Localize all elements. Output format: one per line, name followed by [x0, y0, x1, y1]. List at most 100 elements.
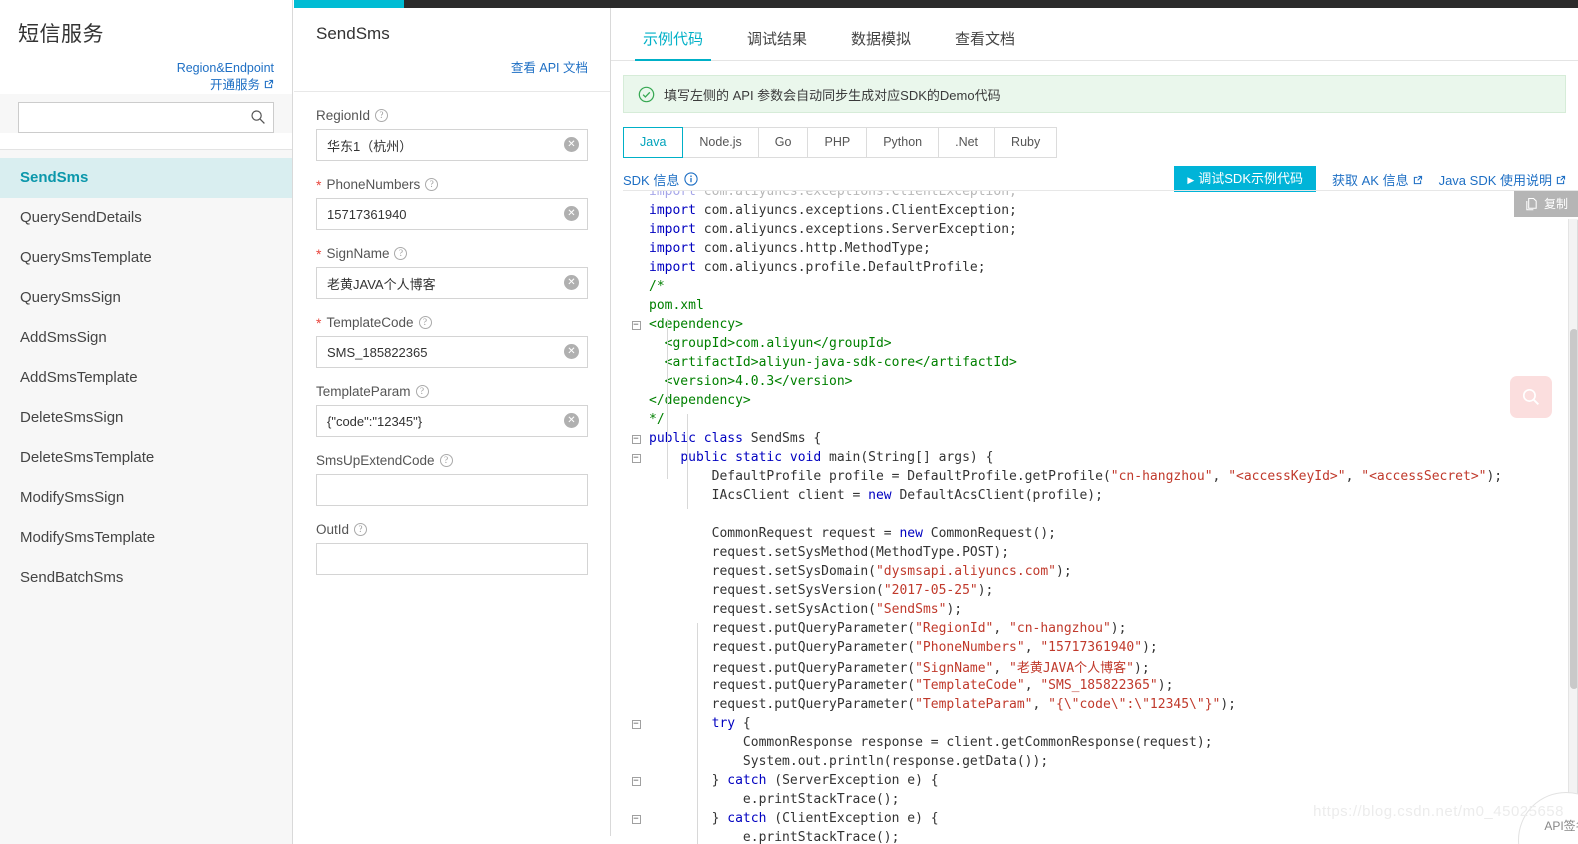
- sidebar-item-label: QuerySendDetails: [20, 209, 142, 226]
- code-token: request.setSysMethod(MethodType.POST);: [649, 545, 1010, 560]
- code-line-text: */: [649, 412, 665, 427]
- code-fold-gutter[interactable]: −: [623, 776, 649, 786]
- language-php[interactable]: PHP: [808, 127, 868, 158]
- code-fold-gutter[interactable]: −: [623, 320, 649, 330]
- language-python[interactable]: Python: [867, 127, 940, 158]
- code-token: );: [1110, 621, 1127, 636]
- input-RegionId[interactable]: [316, 129, 588, 161]
- code-token: catch: [727, 773, 767, 788]
- sidebar-item-sendsms[interactable]: SendSms: [0, 158, 292, 198]
- region-endpoint-link[interactable]: Region&Endpoint: [18, 60, 274, 77]
- clear-icon[interactable]: ✕: [564, 344, 579, 359]
- fold-toggle-icon[interactable]: −: [631, 453, 641, 463]
- help-icon[interactable]: ?: [418, 316, 432, 329]
- input-TemplateCode[interactable]: [316, 336, 588, 368]
- tab-2[interactable]: 数据模拟: [829, 28, 933, 60]
- code-token: import: [649, 260, 696, 275]
- help-icon[interactable]: ?: [354, 523, 368, 536]
- code-line: request.setSysDomain("dysmsapi.aliyuncs.…: [623, 562, 1578, 581]
- sidebar-item-modifysmstemplate[interactable]: ModifySmsTemplate: [0, 518, 292, 558]
- fold-toggle-icon[interactable]: −: [631, 776, 641, 786]
- copy-code-label: 复制: [1543, 197, 1568, 211]
- tab-label: 调试结果: [747, 31, 808, 48]
- panel-tabs: 示例代码 调试结果 数据模拟 查看文档: [611, 8, 1578, 61]
- language-ruby[interactable]: Ruby: [995, 127, 1058, 158]
- sdk-actions: ▶ 调试SDK示例代码 获取 AK 信息 Java SDK 使用说明: [1174, 166, 1566, 192]
- clear-icon[interactable]: ✕: [564, 206, 579, 221]
- copy-code-button[interactable]: 复制: [1513, 191, 1578, 217]
- code-token: com.aliyuncs.http.MethodType;: [695, 241, 931, 256]
- code-token: "<accessSecret>": [1361, 469, 1487, 484]
- code-line: <groupId>com.aliyun</groupId>: [623, 334, 1578, 353]
- help-icon[interactable]: ?: [425, 178, 439, 191]
- language-go[interactable]: Go: [758, 127, 809, 158]
- tab-0[interactable]: 示例代码: [621, 28, 725, 61]
- code-token: ,: [993, 661, 1010, 676]
- input-OutId[interactable]: [316, 543, 588, 575]
- code-content[interactable]: import com.aliyuncs.exceptions.ClientExc…: [623, 191, 1578, 844]
- code-token: System.out.println(response.getData());: [649, 754, 1049, 769]
- sdk-info-label-wrap[interactable]: SDK 信息: [623, 170, 698, 189]
- code-token: import: [649, 203, 696, 218]
- fold-toggle-icon[interactable]: −: [631, 719, 641, 729]
- input-PhoneNumbers[interactable]: [316, 198, 588, 230]
- code-fold-gutter[interactable]: −: [623, 814, 649, 824]
- sidebar-item-addsmstemplate[interactable]: AddSmsTemplate: [0, 358, 292, 398]
- sidebar-item-querysmssign[interactable]: QuerySmsSign: [0, 278, 292, 318]
- fold-toggle-icon[interactable]: −: [631, 814, 641, 824]
- field-SmsUpExtendCode: SmsUpExtendCode?: [316, 453, 588, 506]
- sidebar-item-deletesmssign[interactable]: DeleteSmsSign: [0, 398, 292, 438]
- tab-3[interactable]: 查看文档: [933, 28, 1037, 60]
- code-token: import: [649, 241, 696, 256]
- help-icon[interactable]: ?: [375, 109, 389, 122]
- input-SignName[interactable]: [316, 267, 588, 299]
- sidebar-item-sendbatchsms[interactable]: SendBatchSms: [0, 558, 292, 598]
- fold-toggle-icon[interactable]: −: [631, 320, 641, 330]
- code-token: e.printStackTrace();: [649, 830, 900, 844]
- code-token: try: [711, 716, 736, 731]
- code-fold-gutter[interactable]: −: [623, 453, 649, 463]
- language-java[interactable]: Java: [623, 127, 684, 158]
- debug-sdk-sample-button[interactable]: ▶ 调试SDK示例代码: [1174, 166, 1316, 192]
- code-token: request.setSysDomain(: [649, 564, 876, 579]
- code-line-text: import com.aliyuncs.profile.DefaultProfi…: [649, 260, 986, 275]
- input-TemplateParam[interactable]: [316, 405, 588, 437]
- open-service-link[interactable]: 开通服务: [18, 77, 274, 94]
- sidebar-item-modifysmssign[interactable]: ModifySmsSign: [0, 478, 292, 518]
- code-token: "dysmsapi.aliyuncs.com": [875, 564, 1056, 579]
- sidebar-item-label: AddSmsTemplate: [20, 369, 138, 386]
- input-SmsUpExtendCode[interactable]: [316, 474, 588, 506]
- java-sdk-doc-link[interactable]: Java SDK 使用说明: [1439, 170, 1566, 189]
- code-line-text: request.putQueryParameter("RegionId", "c…: [649, 621, 1127, 636]
- language-nodejs[interactable]: Node.js: [683, 127, 759, 158]
- clear-icon[interactable]: ✕: [564, 413, 579, 428]
- get-ak-info-link[interactable]: 获取 AK 信息: [1332, 170, 1423, 189]
- sidebar-item-addsmssign[interactable]: AddSmsSign: [0, 318, 292, 358]
- clear-icon[interactable]: ✕: [564, 275, 579, 290]
- code-fold-gutter[interactable]: −: [623, 719, 649, 729]
- help-icon[interactable]: ?: [415, 385, 429, 398]
- clear-icon[interactable]: ✕: [564, 137, 579, 152]
- tab-1[interactable]: 调试结果: [725, 28, 829, 60]
- code-token: DefaultAcsClient(profile);: [891, 488, 1103, 503]
- sidebar-item-label: ModifySmsSign: [20, 489, 125, 506]
- code-token: ,: [1212, 469, 1229, 484]
- floating-search-button[interactable]: [1510, 376, 1552, 418]
- sidebar-item-label: QuerySmsSign: [20, 289, 121, 306]
- sidebar-item-querysenddetails[interactable]: QuerySendDetails: [0, 198, 292, 238]
- code-token: CommonRequest();: [922, 526, 1056, 541]
- code-token: <groupId>com.aliyun</groupId>: [649, 336, 892, 351]
- form-title: SendSms: [316, 24, 390, 43]
- code-fold-gutter[interactable]: −: [623, 434, 649, 444]
- fold-toggle-icon[interactable]: −: [631, 434, 641, 444]
- sidebar-item-querysmstemplate[interactable]: QuerySmsTemplate: [0, 238, 292, 278]
- sidebar-item-deletesmstemplate[interactable]: DeleteSmsTemplate: [0, 438, 292, 478]
- view-api-doc-link[interactable]: 查看 API 文档: [511, 61, 588, 75]
- help-icon[interactable]: ?: [439, 454, 453, 467]
- search-input[interactable]: [18, 102, 274, 133]
- code-token: );: [977, 583, 994, 598]
- code-line: import com.aliyuncs.exceptions.ClientExc…: [623, 201, 1578, 220]
- code-token: import: [649, 191, 696, 199]
- help-icon[interactable]: ?: [394, 247, 408, 260]
- language-net[interactable]: .Net: [939, 127, 996, 158]
